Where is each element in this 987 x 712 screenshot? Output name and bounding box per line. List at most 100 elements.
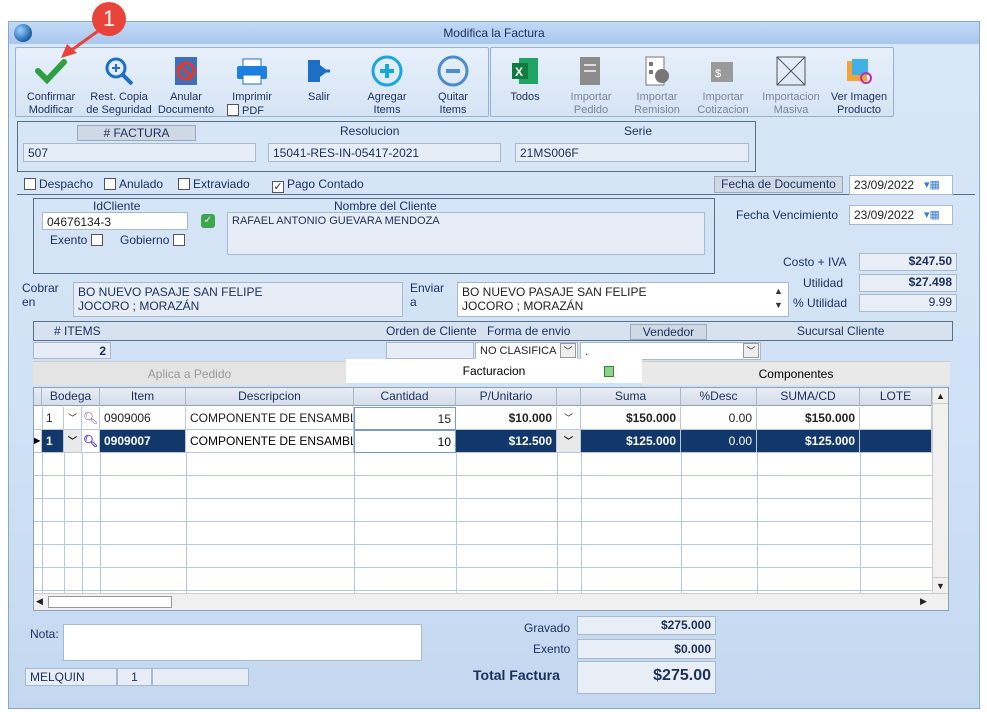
scroll-arrows-icon[interactable]: ▲ ▼ (774, 284, 783, 312)
horizontal-scrollbar[interactable]: ◀ ▶ (34, 593, 948, 610)
pct-utilidad-label: % Utilidad (793, 296, 848, 310)
idcliente-field[interactable]: 04676134-3 (42, 212, 188, 230)
enviar-address-field[interactable]: BO NUEVO PASAJE SAN FELIPE JOCORO ; MORAZ… (457, 282, 789, 317)
nota-label: Nota: (30, 627, 59, 641)
pago-contado-checkbox[interactable]: ✓ Pago Contado (272, 177, 364, 193)
svg-text:X: X (515, 65, 523, 79)
factura-number-field[interactable]: 507 (23, 143, 256, 162)
total-factura-label: Total Factura (473, 667, 560, 683)
remove-items-button[interactable]: Quitar Items (422, 50, 484, 120)
scroll-up-icon[interactable]: ▲ (933, 388, 948, 404)
calendar-icon[interactable]: ▾▦ (924, 208, 940, 221)
serie-label: Serie (624, 124, 653, 138)
excel-all-button[interactable]: X Todos (494, 50, 556, 120)
mass-import-icon (774, 54, 808, 88)
app-globe-icon (14, 24, 32, 42)
annotation-arrow (61, 24, 106, 58)
grid-empty-area (34, 453, 932, 593)
resolucion-field[interactable]: 15041-RES-IN-05417-2021 (268, 143, 501, 162)
void-document-icon (169, 54, 203, 88)
items-label: # ITEMS (54, 324, 101, 338)
table-row[interactable]: 1 ﹀ 🔍︎ 0909006 COMPONENTE DE ENSAMBL 15 … (34, 407, 932, 430)
gobierno-checkbox[interactable]: Gobierno (120, 233, 188, 247)
import-remission-button[interactable]: Importar Remision (626, 50, 688, 120)
minus-circle-icon (436, 54, 470, 88)
gravado-value: $275.000 (577, 616, 716, 635)
search-doc-icon[interactable]: 🔍︎ (82, 407, 100, 430)
gravado-label: Gravado (524, 621, 571, 635)
orden-cliente-field[interactable] (386, 342, 474, 359)
chevron-down-icon[interactable]: ﹀ (64, 430, 82, 453)
despacho-checkbox[interactable]: Despacho (24, 177, 93, 191)
enviar-label: Enviar a (410, 281, 445, 309)
scroll-thumb[interactable] (48, 596, 172, 608)
status-empty (152, 668, 249, 686)
view-image-button[interactable]: Ver Imagen Producto (828, 50, 890, 120)
cobrar-address-field[interactable]: BO NUEVO PASAJE SAN FELIPE JOCORO ; MORAZ… (73, 282, 403, 317)
items-count-field: 2 (33, 342, 111, 359)
tab-componentes[interactable]: Componentes (642, 361, 950, 385)
costo-iva-label: Costo + IVA (783, 255, 847, 269)
calendar-icon[interactable]: ▾▦ (924, 178, 940, 191)
tab-facturacion[interactable]: Facturacion (346, 359, 642, 383)
fecha-documento-label: Fecha de Documento (714, 176, 843, 193)
column-header: Cantidad (354, 388, 456, 406)
utilidad-value: $27.498 (859, 274, 957, 292)
fecha-vencimiento-label: Fecha Vencimiento (736, 208, 839, 222)
factura-label: # FACTURA (77, 125, 196, 141)
tab-page-icon (604, 366, 614, 377)
serie-field[interactable]: 21MS006F (515, 143, 749, 162)
excel-icon: X (508, 54, 542, 88)
column-header: %Desc (681, 388, 757, 406)
exit-button[interactable]: Salir (288, 50, 350, 120)
utilidad-label: Utilidad (803, 276, 844, 290)
divider (17, 194, 975, 195)
column-header: P/Unitario (456, 388, 557, 406)
column-header: LOTE (860, 388, 932, 406)
vertical-scrollbar[interactable]: ▲ ▼ (932, 388, 948, 593)
vendedor-select[interactable]: . (580, 342, 761, 360)
import-order-button[interactable]: Importar Pedido (560, 50, 622, 120)
column-header: Item (100, 388, 186, 406)
mass-import-button[interactable]: Importacion Masiva (760, 50, 822, 120)
print-button[interactable]: Imprimir PDF (221, 50, 283, 120)
chevron-down-icon[interactable]: ﹀ (743, 343, 759, 358)
status-number: 1 (117, 668, 152, 686)
nombre-cliente-field[interactable]: RAFAEL ANTONIO GUEVARA MENDOZA (227, 212, 705, 255)
add-items-button[interactable]: Agregar Items (356, 50, 418, 120)
verified-icon: ✓ (201, 214, 215, 228)
view-image-icon (842, 54, 876, 88)
printer-icon (235, 54, 269, 88)
chevron-down-icon[interactable]: ﹀ (64, 407, 82, 430)
scroll-left-icon[interactable]: ◀ (36, 596, 43, 607)
search-doc-icon[interactable]: 🔍︎ (82, 430, 100, 453)
scroll-right-icon[interactable]: ▶ (920, 596, 927, 607)
sucursal-label: Sucursal Cliente (797, 324, 885, 338)
column-header: Bodega (42, 388, 100, 406)
import-order-icon (574, 54, 608, 88)
extraviado-checkbox[interactable]: Extraviado (178, 177, 250, 191)
import-quote-button[interactable]: $ Importar Cotizacion (692, 50, 754, 120)
table-row[interactable]: ▶ 1 ﹀ 🔍︎ 0909007 COMPONENTE DE ENSAMBL 1… (34, 430, 932, 453)
nota-field[interactable] (63, 624, 422, 661)
forma-envio-label: Forma de envio (487, 324, 571, 338)
status-user: MELQUIN (25, 668, 117, 686)
chevron-down-icon[interactable]: ﹀ (560, 343, 576, 358)
anulado-checkbox[interactable]: Anulado (104, 177, 163, 191)
scroll-down-icon[interactable]: ▼ (933, 577, 948, 593)
pdf-checkbox[interactable]: PDF (221, 104, 283, 118)
chevron-down-icon[interactable]: ﹀ (557, 407, 581, 430)
pct-utilidad-value: 9.99 (859, 294, 957, 312)
total-factura-value: $275.00 (577, 661, 716, 694)
void-document-button[interactable]: Anular Documento (155, 50, 217, 120)
column-header: Suma (581, 388, 681, 406)
exento-checkbox[interactable]: Exento (50, 233, 106, 247)
tab-aplica-pedido[interactable]: Aplica a Pedido (33, 361, 346, 385)
column-header: SUMA/CD (757, 388, 860, 406)
nombre-cliente-label: Nombre del Cliente (334, 199, 437, 213)
window-title: Modifica la Factura (443, 26, 545, 40)
column-header (557, 388, 581, 406)
orden-cliente-label: Orden de Cliente (386, 324, 477, 338)
idcliente-label: IdCliente (93, 199, 141, 213)
chevron-down-icon[interactable]: ﹀ (557, 430, 581, 453)
